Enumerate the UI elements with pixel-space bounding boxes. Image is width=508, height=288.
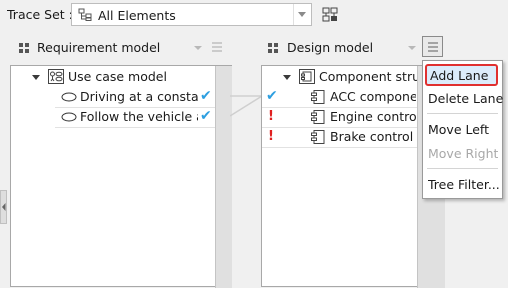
tree-item-label: Driving at a constan: [80, 89, 198, 104]
tree-row[interactable]: Driving at a constan ✔: [55, 87, 215, 108]
tree-item-label: Follow the vehicle al: [80, 109, 198, 124]
menu-separator: [427, 113, 498, 114]
tree-row[interactable]: ! Brake control: [262, 127, 417, 148]
use-case-ellipse-icon: [61, 112, 77, 122]
trace-set-label: Trace Set :: [7, 7, 73, 22]
left-lane-title: Requirement model: [37, 40, 161, 55]
menu-item-delete-lane[interactable]: Delete Lane: [428, 91, 503, 106]
menu-item-move-left[interactable]: Move Left: [428, 122, 489, 137]
tree-item-label: Use case model: [68, 69, 167, 84]
tree-item-label: Component stru: [319, 69, 417, 84]
hamburger-menu-icon: [428, 42, 438, 52]
tree-row[interactable]: ! Engine contro: [262, 107, 417, 128]
lane-grip-icon: [268, 43, 278, 53]
right-lane-dropdown-icon[interactable]: [408, 46, 416, 50]
right-lane-tree[interactable]: Component stru ✔ ACC compone ! Engine co…: [261, 65, 445, 288]
tree-row[interactable]: ✔ ACC compone: [262, 87, 417, 108]
chevron-left-icon: [2, 203, 6, 211]
trace-set-value: All Elements: [98, 8, 176, 23]
element-tree-icon: [78, 8, 92, 21]
left-lane-tree[interactable]: Use case model Driving at a constan ✔ Fo…: [10, 65, 232, 288]
left-lane-menu-icon[interactable]: [210, 40, 224, 54]
tree-item-label: Engine contro: [330, 109, 416, 124]
tree-row[interactable]: Component stru: [262, 67, 417, 87]
use-case-model-icon: [48, 69, 64, 84]
right-lane-menu-button[interactable]: [422, 36, 443, 57]
component-icon: [311, 110, 325, 124]
splitter-handle[interactable]: [0, 190, 7, 224]
tree-row[interactable]: Follow the vehicle al ✔: [55, 107, 215, 128]
chevron-down-icon[interactable]: [293, 4, 311, 25]
use-case-ellipse-icon: [61, 92, 77, 102]
trace-set-combo[interactable]: All Elements: [71, 3, 312, 26]
menu-item-add-lane[interactable]: Add Lane: [425, 64, 498, 86]
trace-link-lines: [230, 95, 263, 117]
component-structure-icon: [299, 69, 315, 84]
tree-item-label: Brake control: [330, 129, 414, 144]
lane-grip-icon: [19, 43, 29, 53]
left-lane-dropdown-icon[interactable]: [194, 46, 202, 50]
expand-arrow-icon[interactable]: [32, 75, 40, 80]
trace-warning-icon: !: [268, 129, 274, 144]
right-lane-title: Design model: [287, 40, 374, 55]
lane-context-menu: Add Lane Delete Lane Move Left Move Righ…: [422, 60, 503, 199]
menu-separator: [427, 168, 498, 169]
menu-item-move-right[interactable]: Move Right: [428, 146, 498, 161]
trace-check-icon: ✔: [266, 88, 278, 104]
trace-warning-icon: !: [268, 109, 274, 124]
component-icon: [311, 130, 325, 144]
trace-check-icon: ✔: [200, 88, 212, 104]
menu-item-tree-filter[interactable]: Tree Filter...: [428, 177, 500, 192]
trace-check-icon: ✔: [200, 108, 212, 124]
trace-settings-icon[interactable]: [320, 5, 340, 25]
expand-arrow-icon[interactable]: [283, 75, 291, 80]
component-icon: [311, 90, 325, 104]
tree-item-label: ACC compone: [330, 89, 416, 104]
tree-row[interactable]: Use case model: [11, 67, 215, 87]
